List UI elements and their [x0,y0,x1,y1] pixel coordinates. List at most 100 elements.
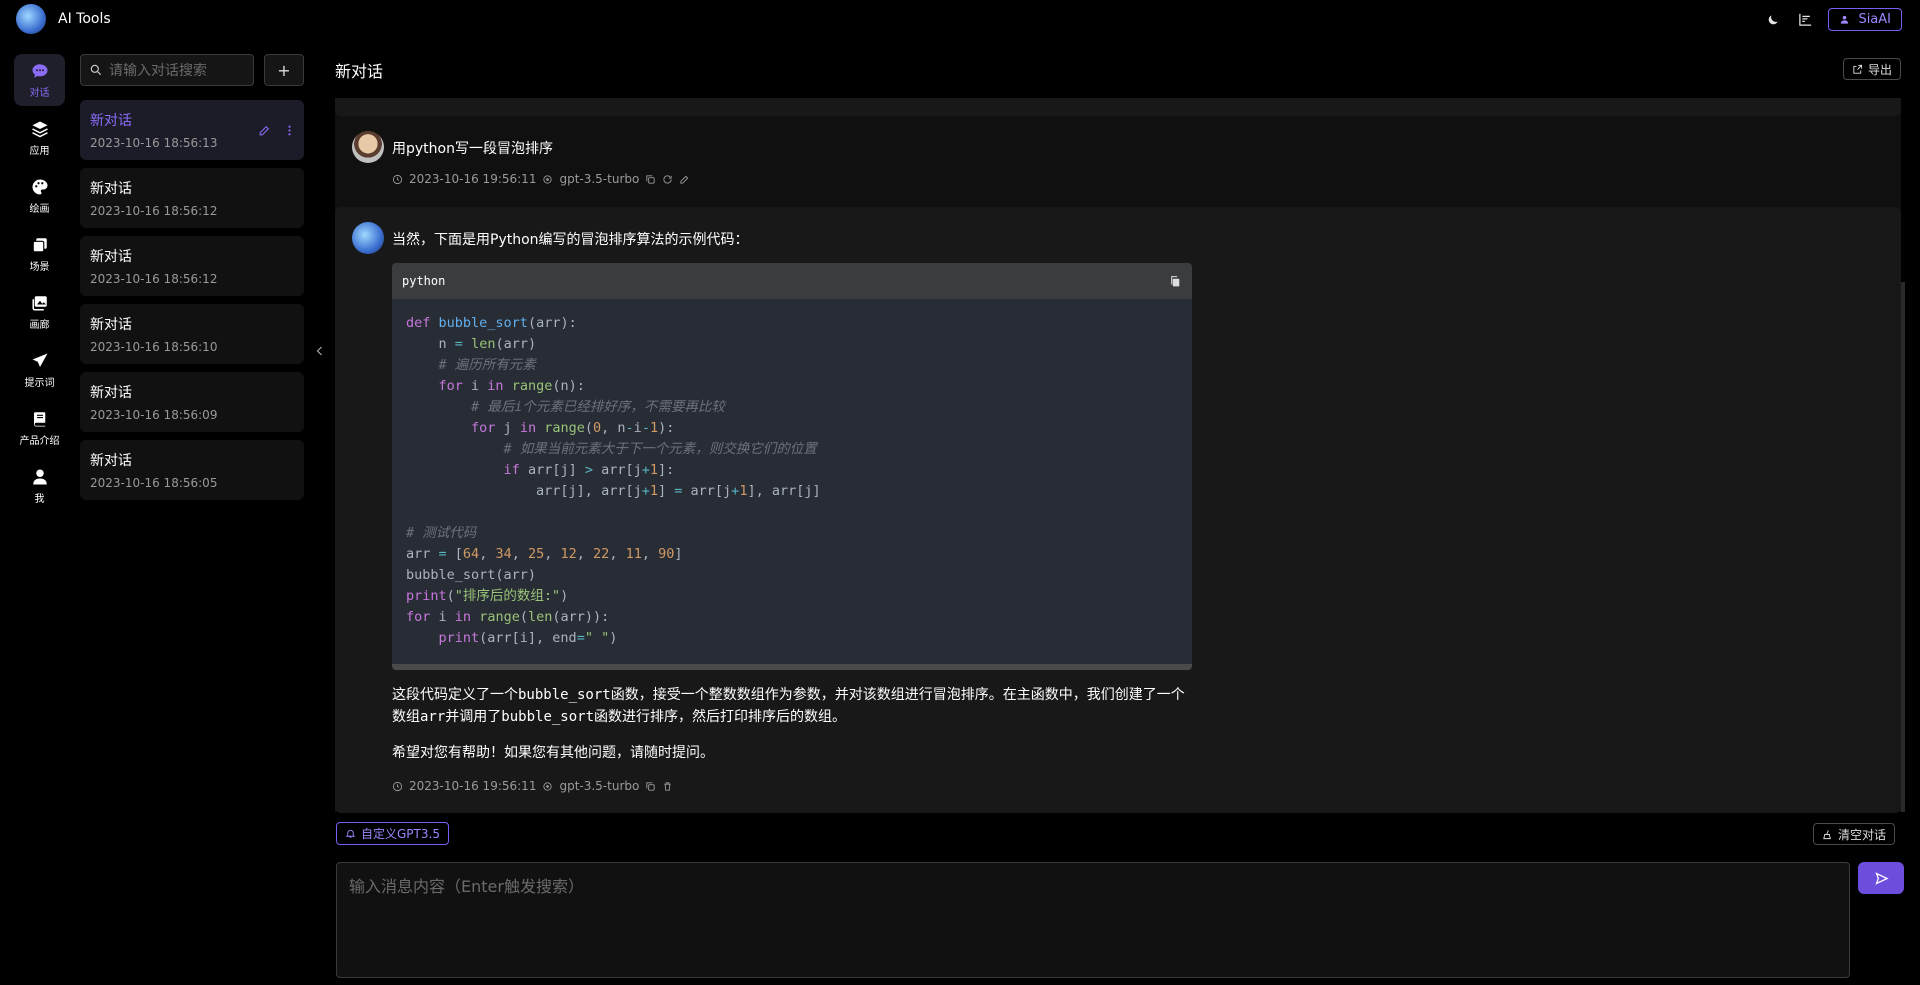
user-message-meta: 2023-10-16 19:56:11 gpt-3.5-turbo [392,172,690,186]
conversation-actions [258,124,296,137]
nav-scenes[interactable]: 场景 [14,228,65,280]
copy-icon[interactable] [645,174,656,185]
conversation-list: 请输入对话搜索 + 新对话 2023-10-16 18:56:13 新对话 20… [80,54,304,508]
more-vertical-icon[interactable] [283,124,296,137]
gear-icon [543,781,553,791]
export-label: 导出 [1867,62,1892,77]
nav-gallery[interactable]: 画廊 [14,286,65,338]
code-scrollbar[interactable] [392,664,1192,670]
chat-scrollbar[interactable] [1901,282,1905,812]
collapse-sidebar-icon[interactable] [314,344,326,362]
send-button[interactable] [1858,862,1904,894]
chat-icon [32,63,47,78]
layers-icon [31,121,48,137]
conversation-title: 新对话 [90,453,132,469]
text: 函数进行排序，然后打印排序后的数组。 [594,709,847,725]
nav-label: 我 [34,493,45,505]
copy-stack-icon [32,237,47,252]
send-plane-icon [32,353,47,367]
edit-icon[interactable] [258,124,271,137]
text: 这段代码定义了一个 [392,687,518,703]
conversation-item[interactable]: 新对话 2023-10-16 18:56:12 [80,236,304,296]
user-button[interactable]: SiaAI [1828,8,1902,31]
broom-icon [1823,829,1831,839]
nav-label: 产品介绍 [19,435,60,447]
nav-chat[interactable]: 对话 [14,54,65,106]
clock-icon [392,781,403,791]
nav-prompts[interactable]: 提示词 [14,344,65,396]
send-icon [1874,871,1889,885]
refresh-icon[interactable] [662,174,673,185]
delete-icon[interactable] [662,781,673,792]
model-tag[interactable]: 自定义GPT3.5 [336,822,449,845]
conversation-item[interactable]: 新对话 2023-10-16 18:56:09 [80,372,304,432]
conversation-title: 新对话 [90,317,132,333]
bot-intro: 当然，下面是用Python编写的冒泡排序算法的示例代码： [392,232,749,248]
chart-icon[interactable] [1796,11,1814,29]
message-model: gpt-3.5-turbo [559,172,640,186]
nav-label: 应用 [29,145,50,157]
code-block: python def bubble_sort(arr): n = len(arr… [392,263,1192,670]
bot-explanation: 这段代码定义了一个bubble_sort函数，接受一个整数数组作为参数，并对该数… [392,684,1192,728]
code-header: python [392,263,1192,299]
nav-product[interactable]: 产品介绍 [14,402,65,454]
conversation-item[interactable]: 新对话 2023-10-16 18:56:12 [80,168,304,228]
top-right-actions: SiaAI [1764,8,1902,31]
inline-code: bubble_sort [501,709,595,725]
message-time: 2023-10-16 19:56:11 [409,172,537,186]
bot-message-meta: 2023-10-16 19:56:11 gpt-3.5-turbo [392,779,673,793]
code-language: python [402,274,446,288]
search-placeholder: 请输入对话搜索 [109,63,207,79]
nav-me[interactable]: 我 [14,460,65,512]
copy-code-icon[interactable] [1169,275,1182,288]
images-icon [32,295,47,310]
nav-label: 提示词 [24,377,55,389]
user-message: 用python写一段冒泡排序 [392,141,553,157]
inline-code: bubble_sort [518,687,611,703]
moon-icon[interactable] [1764,11,1782,29]
search-icon [90,64,102,76]
export-icon [1853,64,1863,74]
nav-draw[interactable]: 绘画 [14,170,65,222]
conversation-date: 2023-10-16 18:56:12 [90,204,218,218]
gear-icon [543,174,553,184]
nav-label: 绘画 [29,203,50,215]
text: 并调用了 [445,709,502,725]
input-placeholder: 输入消息内容（Enter触发搜索） [349,877,584,896]
conversation-item[interactable]: 新对话 2023-10-16 18:56:05 [80,440,304,500]
palette-icon [32,179,47,194]
bot-closing: 希望对您有帮助！如果您有其他问题，请随时提问。 [392,745,714,761]
user-icon [1841,15,1849,24]
conversation-date: 2023-10-16 18:56:09 [90,408,218,422]
conversation-date: 2023-10-16 18:56:13 [90,136,218,150]
conversation-date: 2023-10-16 18:56:10 [90,340,218,354]
nav-apps[interactable]: 应用 [14,112,65,164]
search-input[interactable]: 请输入对话搜索 [80,54,254,86]
bell-icon [345,829,356,838]
message-input[interactable]: 输入消息内容（Enter触发搜索） [336,862,1850,978]
add-conversation-button[interactable]: + [264,54,304,86]
inline-code: arr [420,709,446,725]
conversation-title: 新对话 [90,385,132,401]
edit-icon[interactable] [679,174,690,185]
conversation-item[interactable]: 新对话 2023-10-16 18:56:13 [80,100,304,160]
export-button[interactable]: 导出 [1842,58,1901,80]
clock-icon [392,174,403,184]
conversation-title: 新对话 [90,181,132,197]
conversation-date: 2023-10-16 18:56:05 [90,476,218,490]
app-logo [16,4,46,34]
previous-message-strip [335,98,1901,116]
nav-label: 场景 [29,261,50,273]
message-time: 2023-10-16 19:56:11 [409,779,537,793]
user-avatar [352,131,384,163]
copy-icon[interactable] [645,781,656,792]
left-nav: 对话 应用 绘画 场景 画廊 提示词 产品介绍 我 [14,54,65,518]
book-icon [33,411,45,426]
search-row: 请输入对话搜索 + [80,54,304,86]
clear-conversation-button[interactable]: 清空对话 [1812,823,1895,845]
conversation-date: 2023-10-16 18:56:12 [90,272,218,286]
message-model: gpt-3.5-turbo [559,779,640,793]
top-bar: AI Tools SiaAI [0,0,1920,40]
clear-label: 清空对话 [1837,827,1886,842]
conversation-item[interactable]: 新对话 2023-10-16 18:56:10 [80,304,304,364]
